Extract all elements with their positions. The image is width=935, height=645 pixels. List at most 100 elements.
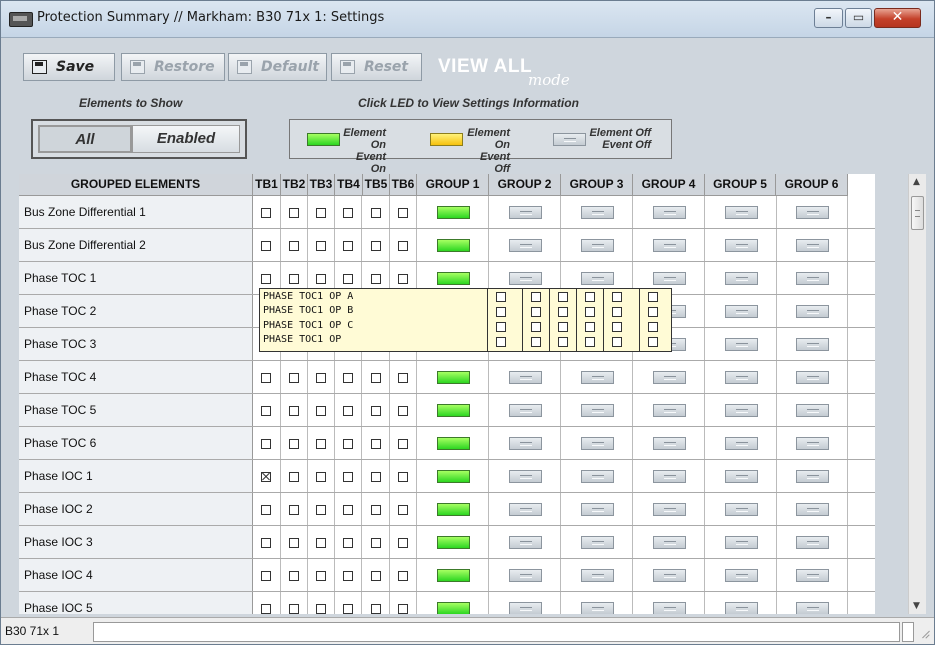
group-3-led[interactable] [581,602,614,614]
group-4-led[interactable] [653,404,686,417]
tb2-checkbox[interactable] [289,472,299,482]
tb2-checkbox[interactable] [289,241,299,251]
close-button[interactable]: ✕ [874,8,921,28]
tb3-checkbox[interactable] [316,571,326,581]
maximize-button[interactable]: ▭ [845,8,872,28]
group-1-led[interactable] [437,371,470,384]
group-2-led[interactable] [509,536,542,549]
group-6-led[interactable] [796,206,829,219]
tb4-checkbox[interactable] [343,472,353,482]
reset-button[interactable]: Reset [331,53,422,81]
tb6-checkbox[interactable] [398,274,408,284]
tooltip-checkbox[interactable] [558,292,568,302]
title-bar[interactable]: Protection Summary // Markham: B30 71x 1… [1,1,934,38]
tb3-checkbox[interactable] [316,208,326,218]
group-5-led[interactable] [725,503,758,516]
group-4-led[interactable] [653,371,686,384]
tb3-checkbox[interactable] [316,274,326,284]
tb5-checkbox[interactable] [371,472,381,482]
default-button[interactable]: Default [228,53,327,81]
group-4-led[interactable] [653,536,686,549]
group-3-led[interactable] [581,272,614,285]
group-3-led[interactable] [581,239,614,252]
group-6-led[interactable] [796,602,829,614]
tb5-checkbox[interactable] [371,373,381,383]
group-1-led[interactable] [437,569,470,582]
tooltip-checkbox[interactable] [648,337,658,347]
tooltip-checkbox[interactable] [585,337,595,347]
group-2-led[interactable] [509,602,542,614]
tb2-checkbox[interactable] [289,208,299,218]
tooltip-checkbox[interactable] [496,322,506,332]
tb4-checkbox[interactable] [343,505,353,515]
group-3-led[interactable] [581,404,614,417]
tb4-checkbox[interactable] [343,241,353,251]
group-6-led[interactable] [796,569,829,582]
tb2-checkbox[interactable] [289,571,299,581]
group-6-led[interactable] [796,404,829,417]
tooltip-checkbox[interactable] [612,322,622,332]
tb3-checkbox[interactable] [316,505,326,515]
tb6-checkbox[interactable] [398,406,408,416]
group-1-led[interactable] [437,503,470,516]
tb1-checkbox[interactable] [261,439,271,449]
tb2-checkbox[interactable] [289,373,299,383]
tb1-checkbox[interactable] [261,274,271,284]
group-2-led[interactable] [509,272,542,285]
show-enabled-toggle[interactable]: Enabled [132,125,240,153]
tb6-checkbox[interactable] [398,505,408,515]
group-4-led[interactable] [653,470,686,483]
tb6-checkbox[interactable] [398,571,408,581]
group-2-led[interactable] [509,206,542,219]
group-5-led[interactable] [725,470,758,483]
tb6-checkbox[interactable] [398,604,408,614]
tb4-checkbox[interactable] [343,571,353,581]
group-4-led[interactable] [653,503,686,516]
tb1-checkbox[interactable] [261,241,271,251]
group-6-led[interactable] [796,239,829,252]
group-2-led[interactable] [509,437,542,450]
tb2-checkbox[interactable] [289,538,299,548]
tb1-checkbox[interactable] [261,208,271,218]
tb5-checkbox[interactable] [371,241,381,251]
group-4-led[interactable] [653,206,686,219]
tooltip-checkbox[interactable] [585,322,595,332]
tooltip-checkbox[interactable] [558,322,568,332]
show-all-toggle[interactable]: All [38,125,132,153]
tooltip-checkbox[interactable] [496,307,506,317]
group-1-led[interactable] [437,536,470,549]
group-2-led[interactable] [509,371,542,384]
group-2-led[interactable] [509,569,542,582]
tb5-checkbox[interactable] [371,406,381,416]
group-4-led[interactable] [653,239,686,252]
group-2-led[interactable] [509,404,542,417]
group-4-led[interactable] [653,569,686,582]
tooltip-checkbox[interactable] [648,322,658,332]
group-4-led[interactable] [653,437,686,450]
group-3-led[interactable] [581,569,614,582]
tb5-checkbox[interactable] [371,505,381,515]
tb1-checkbox[interactable] [261,571,271,581]
tb2-checkbox[interactable] [289,406,299,416]
tb3-checkbox[interactable] [316,472,326,482]
tb3-checkbox[interactable] [316,604,326,614]
group-6-led[interactable] [796,305,829,318]
tb1-checkbox[interactable] [261,538,271,548]
tb1-checkbox[interactable] [261,505,271,515]
tb2-checkbox[interactable] [289,274,299,284]
tb4-checkbox[interactable] [343,373,353,383]
scrollbar-thumb[interactable] [911,196,924,230]
group-2-led[interactable] [509,239,542,252]
restore-button[interactable]: Restore [121,53,225,81]
group-5-led[interactable] [725,536,758,549]
group-1-led[interactable] [437,206,470,219]
tb2-checkbox[interactable] [289,604,299,614]
vertical-scrollbar[interactable]: ▲ ▼ [908,174,926,614]
tb3-checkbox[interactable] [316,439,326,449]
group-1-led[interactable] [437,470,470,483]
group-6-led[interactable] [796,371,829,384]
tb6-checkbox[interactable] [398,241,408,251]
tb4-checkbox[interactable] [343,208,353,218]
tooltip-checkbox[interactable] [648,292,658,302]
tb4-checkbox[interactable] [343,406,353,416]
